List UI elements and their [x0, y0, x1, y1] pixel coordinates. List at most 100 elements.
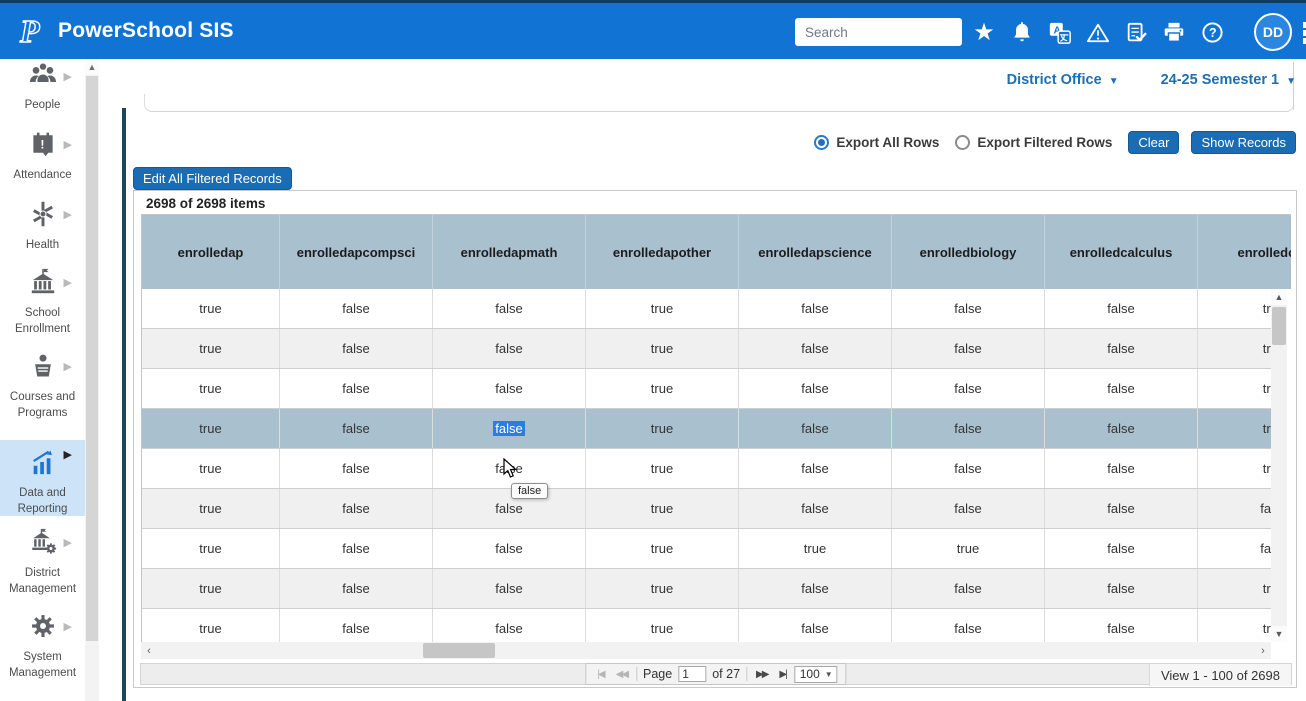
table-cell[interactable]: false [433, 409, 586, 448]
table-cell[interactable]: true [1198, 409, 1271, 448]
table-cell[interactable]: false [892, 329, 1045, 368]
table-row[interactable]: truefalsefalsetruefalsefalsefalsetrue [142, 609, 1271, 642]
show-records-button[interactable]: Show Records [1191, 131, 1296, 154]
print-icon[interactable] [1162, 20, 1186, 46]
table-cell[interactable]: false [1045, 289, 1198, 328]
user-avatar[interactable]: DD [1254, 13, 1292, 51]
sidebar-scrollbar[interactable]: ▲ [85, 59, 99, 701]
page-number-input[interactable] [678, 666, 706, 682]
table-row[interactable]: truefalsefalsetruefalsefalsefalsetrue [142, 569, 1271, 609]
table-row[interactable]: truefalsefalsetruefalsefalsefalsetrue [142, 449, 1271, 489]
horizontal-scrollbar-thumb[interactable] [423, 643, 495, 658]
table-cell[interactable]: true [586, 609, 739, 642]
table-cell[interactable]: true [142, 329, 280, 368]
table-cell[interactable]: true [142, 569, 280, 608]
table-cell[interactable]: false [739, 409, 892, 448]
table-cell[interactable]: false [280, 289, 433, 328]
table-cell[interactable]: false [892, 489, 1045, 528]
global-search[interactable] [795, 18, 962, 46]
table-cell[interactable]: true [586, 449, 739, 488]
scroll-right-icon[interactable]: › [1255, 642, 1271, 659]
clear-button[interactable]: Clear [1128, 131, 1179, 154]
last-page-icon[interactable]: ▶| [776, 669, 788, 680]
notifications-bell-icon[interactable] [1010, 20, 1034, 46]
table-row[interactable]: truefalsefalsetruefalsefalsefalsetrue [142, 289, 1271, 329]
table-cell[interactable]: false [739, 609, 892, 642]
table-cell[interactable]: false [1045, 369, 1198, 408]
table-cell[interactable]: false [739, 569, 892, 608]
table-cell[interactable]: true [586, 369, 739, 408]
table-row[interactable]: truefalsefalsetruefalsefalsefalsetrue [142, 329, 1271, 369]
table-cell[interactable]: true [1198, 289, 1271, 328]
export-filtered-rows-radio[interactable]: Export Filtered Rows [955, 135, 1112, 150]
alerts-warning-icon[interactable] [1086, 20, 1110, 46]
scroll-left-icon[interactable]: ‹ [141, 642, 157, 659]
translate-icon[interactable]: A [1048, 20, 1072, 46]
table-cell[interactable]: false [433, 529, 586, 568]
table-cell[interactable]: false [280, 489, 433, 528]
table-cell[interactable]: false [892, 449, 1045, 488]
table-cell[interactable]: true [1198, 569, 1271, 608]
vertical-scrollbar-thumb[interactable] [1272, 307, 1286, 345]
table-cell[interactable]: true [586, 569, 739, 608]
table-cell[interactable]: false [892, 369, 1045, 408]
favorites-star-icon[interactable]: ★ [972, 20, 996, 46]
table-cell[interactable]: false [1045, 409, 1198, 448]
sidebar-item-courses-programs[interactable]: ▶ Courses and Programs [0, 352, 85, 424]
scroll-up-icon[interactable]: ▲ [1271, 289, 1287, 305]
table-cell[interactable]: false [892, 409, 1045, 448]
edit-all-filtered-records-button[interactable]: Edit All Filtered Records [133, 167, 292, 190]
table-cell[interactable]: true [1198, 369, 1271, 408]
table-row[interactable]: truefalsefalsetruetruetruefalsefalse [142, 529, 1271, 569]
table-cell[interactable]: false [433, 569, 586, 608]
table-cell[interactable]: false [1045, 489, 1198, 528]
table-cell[interactable]: false [280, 609, 433, 642]
table-cell[interactable]: true [586, 329, 739, 368]
table-cell[interactable]: false [739, 489, 892, 528]
table-cell[interactable]: true [586, 289, 739, 328]
table-cell[interactable]: false [892, 609, 1045, 642]
table-cell[interactable]: false [280, 369, 433, 408]
table-cell[interactable]: false [280, 529, 433, 568]
table-cell[interactable]: false [892, 289, 1045, 328]
table-cell[interactable]: true [142, 369, 280, 408]
column-header-enrolledapmath[interactable]: enrolledapmath [433, 215, 586, 289]
table-cell[interactable]: false [433, 329, 586, 368]
reports-clipboard-icon[interactable] [1124, 20, 1148, 46]
column-header-enrolledapcompsci[interactable]: enrolledapcompsci [280, 215, 433, 289]
table-cell[interactable]: true [1198, 609, 1271, 642]
apps-grid-icon[interactable] [1302, 20, 1306, 46]
table-cell[interactable]: false [739, 289, 892, 328]
next-page-icon[interactable]: ▶▶ [753, 669, 770, 680]
sidebar-item-data-reporting[interactable]: ▶ Data and Reporting [0, 440, 85, 516]
table-cell[interactable]: false [1045, 449, 1198, 488]
column-header-enrolledbiology[interactable]: enrolledbiology [892, 215, 1045, 289]
table-cell[interactable]: false [280, 569, 433, 608]
table-cell[interactable]: false [433, 489, 586, 528]
scroll-up-icon[interactable]: ▲ [85, 59, 99, 75]
column-header-enrolledapscience[interactable]: enrolledapscience [739, 215, 892, 289]
table-cell[interactable]: true [1198, 449, 1271, 488]
search-input[interactable] [795, 25, 988, 40]
school-selector[interactable]: District Office▼ [1007, 72, 1119, 88]
table-cell[interactable]: true [586, 409, 739, 448]
sidebar-item-school-enrollment[interactable]: ▶ School Enrollment [0, 268, 85, 340]
table-cell[interactable]: true [142, 609, 280, 642]
table-row[interactable]: truefalsefalsetruefalsefalsefalsetrue [142, 409, 1271, 449]
sidebar-item-health[interactable]: ▶ Health [0, 200, 85, 256]
table-cell[interactable]: true [739, 529, 892, 568]
table-cell[interactable]: true [586, 529, 739, 568]
column-header-enrolledap[interactable]: enrolledap [142, 215, 280, 289]
table-cell[interactable]: false [1045, 329, 1198, 368]
table-cell[interactable]: false [433, 369, 586, 408]
table-cell[interactable]: false [280, 329, 433, 368]
table-cell[interactable]: true [142, 449, 280, 488]
export-all-rows-radio[interactable]: Export All Rows [814, 135, 939, 150]
column-header-enrolledcalculus[interactable]: enrolledcalculus [1045, 215, 1198, 289]
table-cell[interactable]: false [739, 329, 892, 368]
table-cell[interactable]: true [892, 529, 1045, 568]
page-size-select[interactable]: 100 ▼ [795, 666, 838, 683]
table-cell[interactable]: false [433, 609, 586, 642]
table-cell[interactable]: true [142, 289, 280, 328]
sidebar-item-people[interactable]: ▶ People [0, 62, 85, 120]
